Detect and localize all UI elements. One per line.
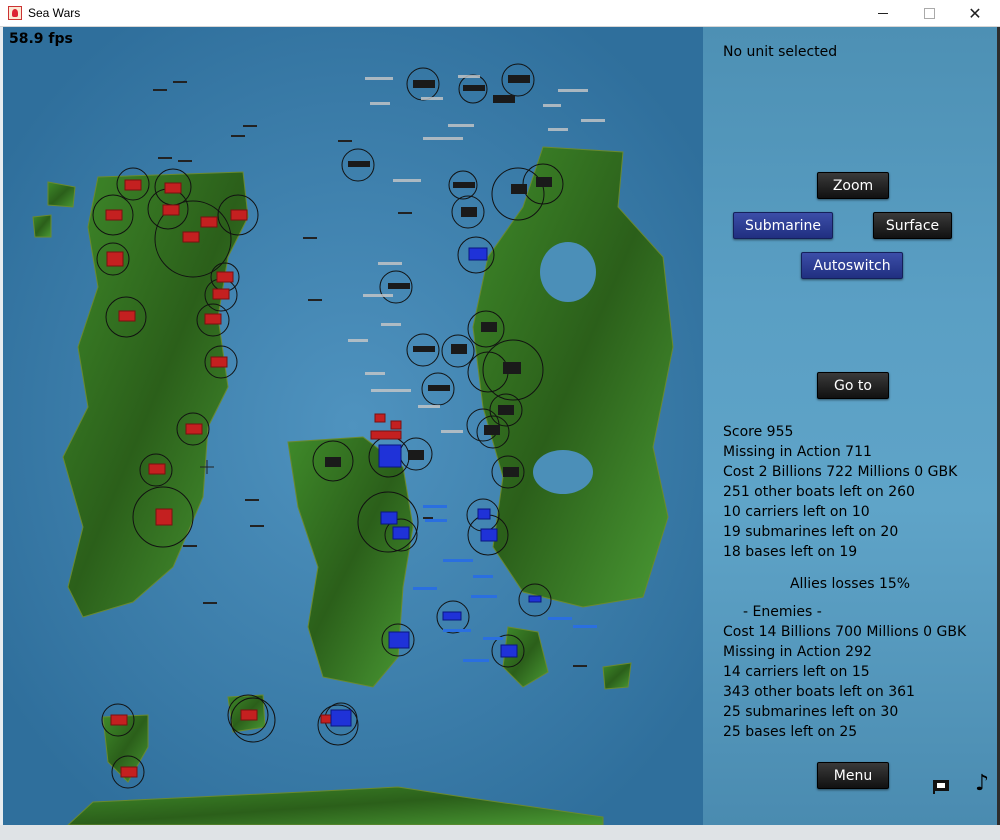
map-canvas[interactable] [3, 27, 703, 825]
allies-score: Score 955 [723, 424, 794, 440]
music-note-icon[interactable]: ♪ [975, 771, 989, 796]
surface-button[interactable]: Surface [873, 212, 952, 239]
window-title: Sea Wars [28, 6, 81, 20]
enemy-unit [216, 271, 234, 283]
enemy-unit [374, 413, 386, 423]
submarine-button[interactable]: Submarine [733, 212, 833, 239]
maximize-button[interactable] [906, 0, 952, 26]
enemy-unit [240, 709, 258, 721]
fps-counter: 58.9 fps [9, 31, 73, 47]
enemies-cost: Cost 14 Billions 700 Millions 0 GBK [723, 624, 967, 640]
close-button[interactable]: ✕ [952, 0, 998, 26]
taskbar-strip [0, 825, 1000, 840]
game-map[interactable]: 58.9 fps [3, 27, 703, 825]
neutral-unit [503, 467, 519, 477]
island-far-east [602, 662, 632, 690]
neutral-unit [508, 75, 530, 83]
enemies-boats: 343 other boats left on 361 [723, 684, 915, 700]
enemy-unit [162, 204, 180, 216]
zoom-button[interactable]: Zoom [817, 172, 889, 199]
enemies-bases: 25 bases left on 25 [723, 724, 858, 740]
neutral-unit [511, 184, 527, 194]
lagoon [540, 242, 596, 302]
enemy-unit [210, 356, 228, 368]
ally-unit [480, 528, 498, 542]
neutral-unit [325, 457, 341, 467]
enemy-unit [370, 430, 402, 440]
ally-unit [378, 444, 402, 468]
enemy-unit [120, 766, 138, 778]
neutral-unit [348, 161, 370, 167]
enemy-unit [124, 179, 142, 191]
ally-unit [380, 511, 398, 525]
ally-unit [477, 508, 491, 520]
control-panel: No unit selected Zoom Submarine Surface … [703, 27, 997, 825]
enemy-unit [390, 420, 402, 430]
minimize-button[interactable] [860, 0, 906, 26]
neutral-unit [461, 207, 477, 217]
lagoon-south [533, 450, 593, 494]
enemies-header: - Enemies - [743, 604, 822, 620]
enemy-unit [212, 288, 230, 300]
neutral-unit [428, 385, 450, 391]
island-west-tiny [32, 214, 52, 238]
ally-unit [388, 631, 410, 649]
maximize-icon [923, 7, 935, 19]
neutral-unit [413, 346, 435, 352]
neutral-unit [493, 95, 515, 103]
neutral-unit [408, 450, 424, 460]
enemy-unit [164, 182, 182, 194]
allies-carriers: 10 carriers left on 10 [723, 504, 870, 520]
ally-unit [500, 644, 518, 658]
allies-boats: 251 other boats left on 260 [723, 484, 915, 500]
neutral-unit [413, 80, 435, 88]
enemy-unit [105, 209, 123, 221]
enemies-missing: Missing in Action 292 [723, 644, 872, 660]
ally-unit [528, 595, 542, 603]
enemy-unit [320, 714, 332, 724]
minimize-icon [878, 12, 888, 14]
ally-unit [392, 526, 410, 540]
enemy-unit [185, 423, 203, 435]
neutral-unit [536, 177, 552, 187]
neutral-unit [484, 425, 500, 435]
flag-icon[interactable] [931, 777, 953, 795]
enemy-unit [204, 313, 222, 325]
island-west-small [47, 181, 76, 208]
java-app-icon [8, 6, 22, 20]
neutral-unit [481, 322, 497, 332]
autoswitch-button[interactable]: Autoswitch [801, 252, 903, 279]
neutral-unit [503, 362, 521, 374]
menu-button[interactable]: Menu [817, 762, 889, 789]
enemies-submarines: 25 submarines left on 30 [723, 704, 899, 720]
goto-button[interactable]: Go to [817, 372, 889, 399]
enemy-unit [230, 209, 248, 221]
allies-missing: Missing in Action 711 [723, 444, 872, 460]
enemy-unit [155, 508, 173, 526]
neutral-unit [498, 405, 514, 415]
ally-unit [330, 709, 352, 727]
allies-losses: Allies losses 15% [789, 576, 911, 592]
window-title-bar: Sea Wars ✕ [0, 0, 1000, 27]
enemies-carriers: 14 carriers left on 15 [723, 664, 870, 680]
neutral-unit [451, 344, 467, 354]
enemy-unit [182, 231, 200, 243]
enemy-unit [200, 216, 218, 228]
enemy-unit [148, 463, 166, 475]
enemy-unit [118, 310, 136, 322]
neutral-unit [388, 283, 410, 289]
allies-submarines: 19 submarines left on 20 [723, 524, 899, 540]
ally-unit [468, 247, 488, 261]
enemy-unit [106, 251, 124, 267]
enemy-unit [110, 714, 128, 726]
neutral-unit [463, 85, 485, 91]
ally-unit [442, 611, 462, 621]
allies-cost: Cost 2 Billions 722 Millions 0 GBK [723, 464, 958, 480]
allies-bases: 18 bases left on 19 [723, 544, 858, 560]
selection-status: No unit selected [723, 44, 838, 60]
neutral-unit [453, 182, 475, 188]
